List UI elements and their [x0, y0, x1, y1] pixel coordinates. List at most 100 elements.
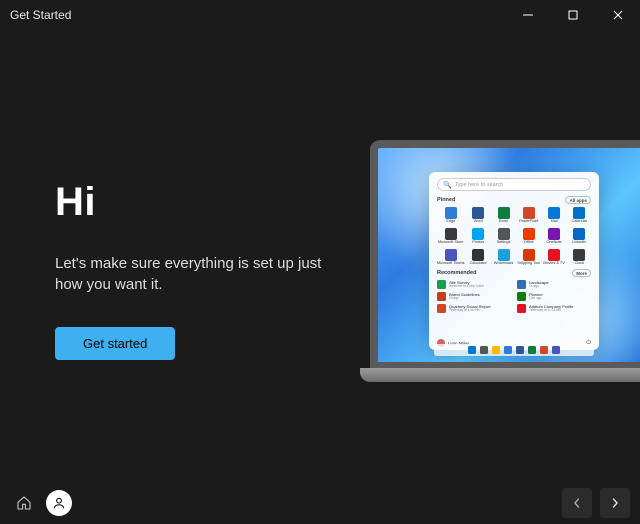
- window-controls: [505, 0, 640, 30]
- account-button[interactable]: [46, 490, 72, 516]
- taskbar-icon: [516, 346, 524, 354]
- pinned-app: Microsoft Store: [437, 228, 465, 245]
- taskbar-icon: [528, 346, 536, 354]
- search-icon: 🔍: [443, 181, 452, 189]
- pinned-apps-grid: Edge Word Excel PowerPoint Mail Calendar Micro…: [437, 207, 591, 265]
- recommended-icon: [517, 304, 526, 313]
- app-icon: [523, 249, 535, 261]
- app-name: Word: [474, 220, 483, 224]
- app-icon: [472, 249, 484, 261]
- recommended-icon: [517, 292, 526, 301]
- laptop-base: [360, 368, 640, 382]
- pinned-app: Mail: [542, 207, 565, 224]
- taskbar-icon: [492, 346, 500, 354]
- app-icon: [445, 207, 457, 219]
- app-icon: [523, 228, 535, 240]
- pinned-app: Photos: [467, 228, 490, 245]
- recommended-subtitle: 12m ago: [529, 297, 543, 301]
- taskbar-icon: [480, 346, 488, 354]
- app-name: Microsoft Teams: [437, 262, 465, 266]
- recommended-label: Recommended: [437, 270, 476, 276]
- welcome-heading: Hi: [55, 180, 325, 225]
- app-name: OneNote: [546, 241, 561, 245]
- pinned-app: Settings: [492, 228, 515, 245]
- pinned-app: LinkedIn: [568, 228, 591, 245]
- maximize-button[interactable]: [550, 0, 595, 30]
- app-name: Whiteboard: [494, 262, 513, 266]
- pinned-app: PowerPoint: [517, 207, 540, 224]
- start-search-placeholder: Type here to search: [455, 182, 504, 188]
- app-icon: [498, 228, 510, 240]
- recommended-item: Landscape1h ago: [517, 280, 591, 289]
- pinned-app: Calculator: [467, 249, 490, 266]
- app-icon: [472, 207, 484, 219]
- pinned-app: Office: [517, 228, 540, 245]
- bottom-nav: [0, 482, 640, 524]
- app-name: Photos: [472, 241, 484, 245]
- app-icon: [548, 249, 560, 261]
- app-name: Clock: [575, 262, 585, 266]
- start-menu-illustration: 🔍 Type here to search Pinned All apps Ed…: [429, 172, 599, 350]
- app-name: Settings: [497, 241, 511, 245]
- pinned-app: Excel: [492, 207, 515, 224]
- recommended-icon: [517, 280, 526, 289]
- app-icon: [498, 207, 510, 219]
- get-started-button[interactable]: Get started: [55, 327, 175, 360]
- recommended-item: Planner12m ago: [517, 292, 591, 301]
- pinned-app: Whiteboard: [492, 249, 515, 266]
- app-name: Movies & TV: [543, 262, 564, 266]
- app-icon: [548, 228, 560, 240]
- laptop-screen: 🔍 Type here to search Pinned All apps Ed…: [370, 140, 640, 368]
- bottom-nav-right: [562, 488, 630, 518]
- app-icon: [445, 249, 457, 261]
- welcome-text-block: Hi Let's make sure everything is set up …: [55, 180, 325, 360]
- app-icon: [498, 249, 510, 261]
- app-icon: [573, 249, 585, 261]
- app-name: Calendar: [572, 220, 587, 224]
- app-icon: [548, 207, 560, 219]
- recommended-item: Quarterly Social ReportYesterday at 4:35…: [437, 304, 511, 313]
- app-icon: [523, 207, 535, 219]
- pinned-app: Movies & TV: [542, 249, 565, 266]
- close-button[interactable]: [595, 0, 640, 30]
- prev-button[interactable]: [562, 488, 592, 518]
- welcome-subtext: Let's make sure everything is set up jus…: [55, 253, 325, 295]
- home-button[interactable]: [10, 489, 38, 517]
- pinned-label: Pinned: [437, 197, 455, 203]
- pinned-app: Calendar: [568, 207, 591, 224]
- minimize-button[interactable]: [505, 0, 550, 30]
- pinned-app: Clock: [568, 249, 591, 266]
- app-name: Office: [524, 241, 534, 245]
- pinned-app: Microsoft Teams: [437, 249, 465, 266]
- pinned-app: Word: [467, 207, 490, 224]
- start-search: 🔍 Type here to search: [437, 178, 591, 191]
- recommended-icon: [437, 292, 446, 301]
- app-icon: [573, 207, 585, 219]
- next-button[interactable]: [600, 488, 630, 518]
- all-apps-pill: All apps: [565, 196, 591, 204]
- pinned-app: OneNote: [542, 228, 565, 245]
- app-name: LinkedIn: [572, 241, 586, 245]
- recommended-item: Brand Guidelines2h ago: [437, 292, 511, 301]
- recommended-subtitle: 2h ago: [449, 297, 480, 301]
- taskbar-icon: [540, 346, 548, 354]
- recommended-subtitle: 1h ago: [529, 285, 549, 289]
- recommended-list: Site SurveyWelcome to a new folder Landsc…: [437, 280, 591, 313]
- app-name: Snipping Tool: [517, 262, 540, 266]
- recommended-icon: [437, 280, 446, 289]
- content-area: Hi Let's make sure everything is set up …: [0, 30, 640, 482]
- app-name: Calculator: [470, 262, 487, 266]
- titlebar: Get Started: [0, 0, 640, 30]
- recommended-item: Site SurveyWelcome to a new folder: [437, 280, 511, 289]
- recommended-item: Adatum Company ProfileYesterday at 11:13…: [517, 304, 591, 313]
- pinned-header: Pinned All apps: [437, 196, 591, 204]
- window-title: Get Started: [10, 8, 71, 22]
- app-name: PowerPoint: [519, 220, 538, 224]
- recommended-subtitle: Yesterday at 11:13 AM: [529, 309, 573, 313]
- taskbar-illustration: [434, 344, 594, 356]
- app-name: Edge: [446, 220, 455, 224]
- taskbar-icon: [504, 346, 512, 354]
- more-pill: More: [572, 269, 591, 277]
- recommended-header: Recommended More: [437, 269, 591, 277]
- app-name: Mail: [551, 220, 558, 224]
